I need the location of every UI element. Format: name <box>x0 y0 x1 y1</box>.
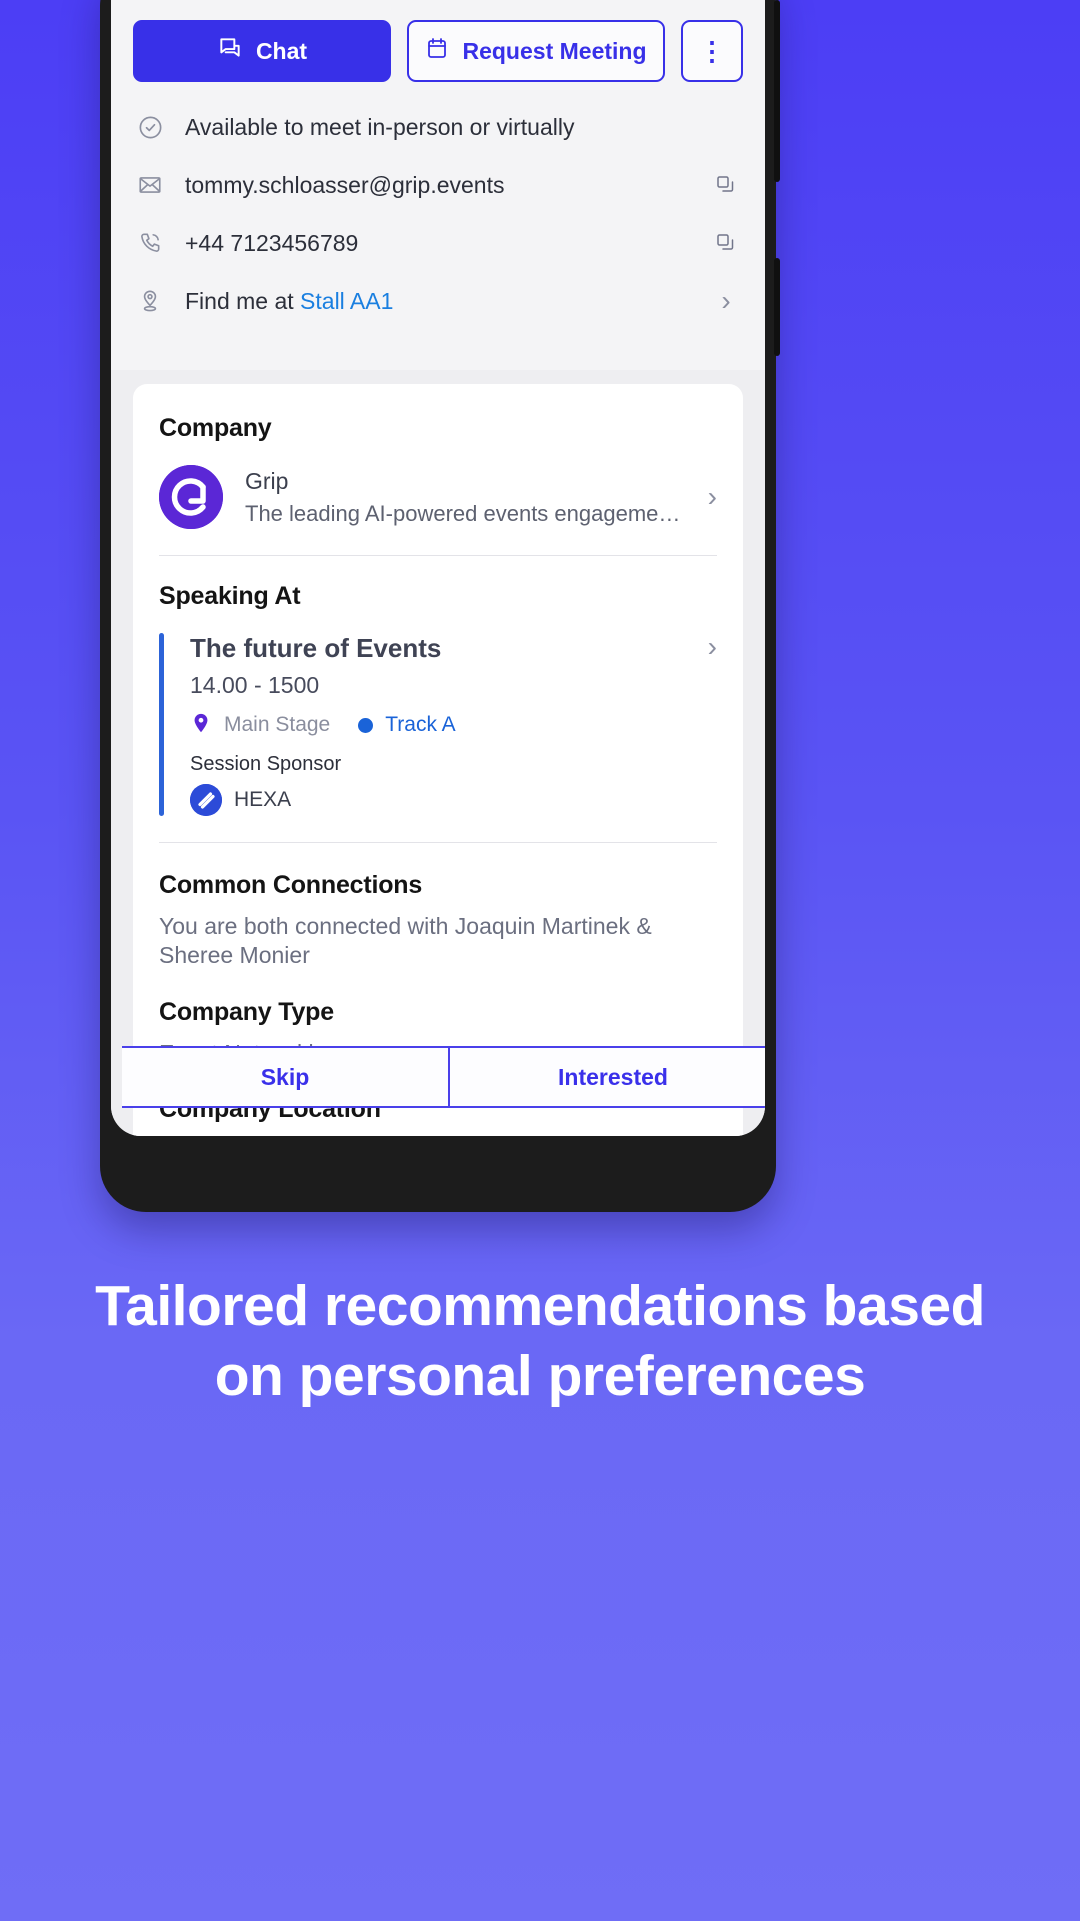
sponsor-name: HEXA <box>234 788 292 811</box>
session-bottom-gap <box>159 816 717 842</box>
company-meta: Grip The leading AI-powered events engag… <box>245 468 686 527</box>
promo-caption: Tailored recommendations based on person… <box>95 1274 985 1408</box>
envelope-icon <box>133 168 167 202</box>
more-options-button[interactable]: ⋮ <box>681 20 743 82</box>
company-row[interactable]: Grip The leading AI-powered events engag… <box>159 443 717 555</box>
session-card[interactable]: The future of Events 14.00 - 1500 Main S… <box>159 633 717 816</box>
common-connections-block: Common Connections You are both connecte… <box>159 843 717 970</box>
company-section-title: Company <box>159 414 272 442</box>
email-text: tommy.schloasser@grip.events <box>185 171 505 198</box>
grip-logo-icon <box>159 465 223 529</box>
email-row[interactable]: tommy.schloasser@grip.events <box>133 156 743 214</box>
profile-header: Featured Exhibitor Representative Chat <box>111 0 765 370</box>
phone-device-frame: Featured Exhibitor Representative Chat <box>100 0 780 1222</box>
availability-row: Available to meet in-person or virtually <box>133 98 743 156</box>
session-pin-icon <box>190 711 212 739</box>
chat-button-label: Chat <box>255 37 308 64</box>
session-time: 14.00 - 1500 <box>190 672 320 698</box>
hexa-logo-icon <box>190 784 222 816</box>
copy-email-icon[interactable] <box>709 173 743 197</box>
check-circle-icon <box>133 110 167 144</box>
session-tags: Main Stage Track A <box>190 711 708 739</box>
skip-button[interactable]: Skip <box>122 1048 448 1106</box>
profile-detail-scroll[interactable]: Company Grip The leading AI-powered even <box>111 370 765 1136</box>
speaking-section: Speaking At The future of Events 14.00 -… <box>159 556 717 816</box>
company-name: Grip <box>245 467 289 494</box>
request-meeting-button[interactable]: Request Meeting <box>407 20 665 82</box>
decision-bottom-bar: Skip Interested <box>122 1046 765 1108</box>
contact-details-list: Available to meet in-person or virtually… <box>111 82 765 352</box>
profile-action-row: Chat Request Meeting ⋮ <box>111 0 765 82</box>
company-chevron-right-icon[interactable]: › <box>708 483 717 511</box>
stall-location-text: Find me at Stall AA1 <box>185 288 691 315</box>
session-sponsor-label: Session Sponsor <box>190 753 342 775</box>
stall-location-row[interactable]: Find me at Stall AA1 › <box>133 272 743 330</box>
phone-side-button-upper <box>774 0 780 182</box>
request-meeting-label: Request Meeting <box>462 37 647 64</box>
session-sponsor-row: HEXA <box>190 784 708 816</box>
session-chevron-right-icon[interactable]: › <box>708 633 717 816</box>
session-title: The future of Events <box>190 633 442 663</box>
calendar-icon <box>425 36 449 66</box>
stall-link[interactable]: Stall AA1 <box>300 288 393 314</box>
chat-icon <box>217 35 243 67</box>
stall-chevron-right-icon[interactable]: › <box>709 287 743 315</box>
session-track: Track A <box>385 713 456 736</box>
profile-detail-card: Company Grip The leading AI-powered even <box>133 384 743 1136</box>
chat-button[interactable]: Chat <box>133 20 391 82</box>
copy-phone-icon[interactable] <box>709 231 743 255</box>
track-dot-icon <box>358 717 374 733</box>
interested-button[interactable]: Interested <box>450 1048 765 1106</box>
common-connections-label: Common Connections <box>159 871 423 899</box>
common-connections-value: You are both connected with Joaquin Mart… <box>159 913 652 968</box>
session-body: The future of Events 14.00 - 1500 Main S… <box>164 633 708 816</box>
availability-text: Available to meet in-person or virtually <box>185 113 575 140</box>
phone-side-button-lower <box>774 258 780 356</box>
phone-text: +44 7123456789 <box>185 229 359 256</box>
promo-background: Featured Exhibitor Representative Chat <box>0 0 1080 1921</box>
find-me-at-label: Find me at <box>185 287 294 314</box>
kebab-menu-icon: ⋮ <box>699 35 725 66</box>
phone-row[interactable]: +44 7123456789 <box>133 214 743 272</box>
map-pin-icon <box>133 284 167 318</box>
phone-screen: Featured Exhibitor Representative Chat <box>111 0 765 1136</box>
phone-icon <box>133 226 167 260</box>
speaking-section-title: Speaking At <box>159 582 301 610</box>
company-type-label: Company Type <box>159 997 334 1026</box>
session-location: Main Stage <box>224 713 331 736</box>
company-description: The leading AI-powered events engagement… <box>245 500 686 526</box>
